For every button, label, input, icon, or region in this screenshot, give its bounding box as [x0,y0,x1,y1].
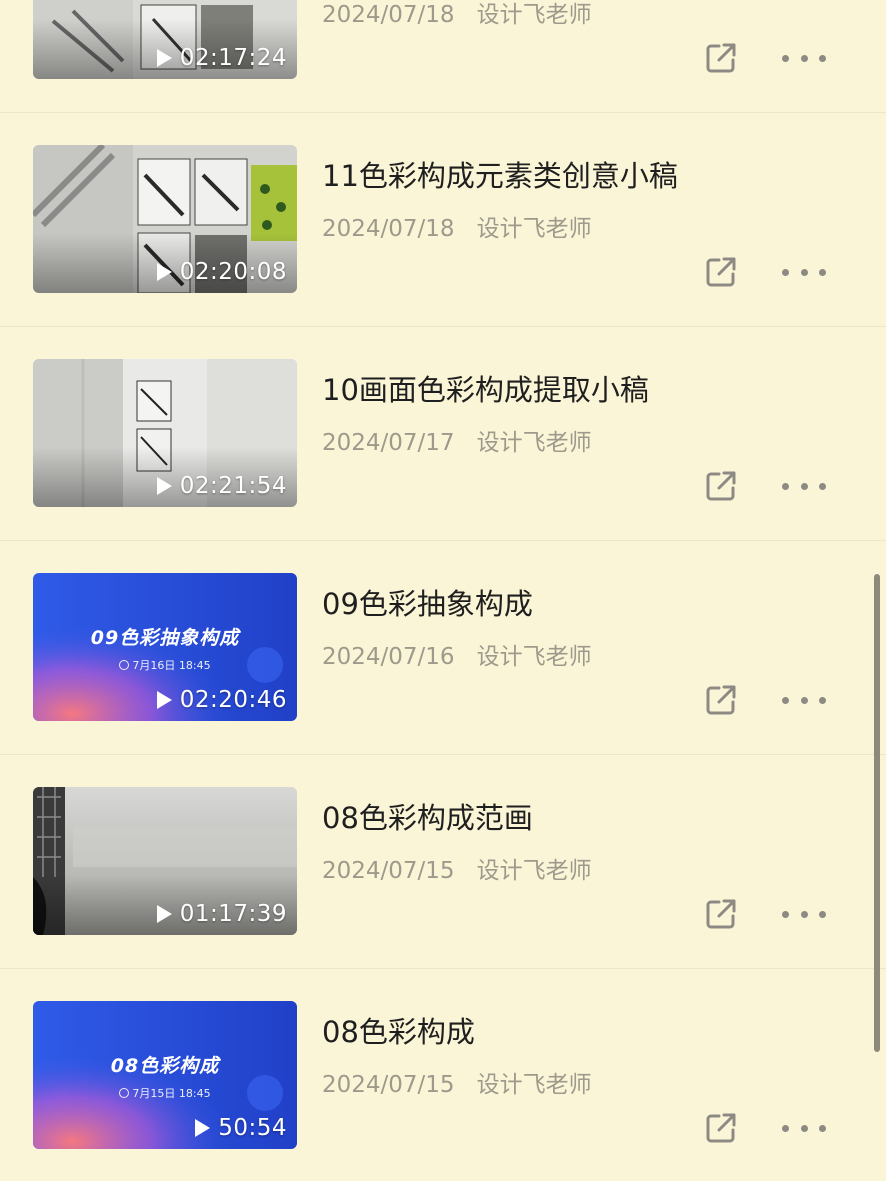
video-duration: 02:17:24 [156,45,287,71]
share-icon[interactable] [702,39,740,77]
video-author: 设计飞老师 [476,644,592,670]
cover-title: 08色彩构成 [110,1055,220,1077]
video-thumbnail[interactable]: 02:21:54 [33,359,297,507]
video-list-item[interactable]: 02:20:08 11色彩构成元素类创意小稿 2024/07/18 设计飞老师 [0,113,886,327]
video-author: 设计飞老师 [476,1072,592,1098]
video-list-item[interactable]: 09色彩抽象构成 7月16日 18:45 02:20:46 09色彩抽象构成 2… [0,541,886,755]
video-list-item[interactable]: 08色彩构成 7月15日 18:45 50:54 08色彩构成 2024/07/… [0,969,886,1181]
play-icon [195,1119,211,1137]
more-icon[interactable] [782,1117,826,1139]
share-icon[interactable] [702,1109,740,1147]
more-icon[interactable] [782,689,826,711]
video-date: 2024/07/15 [322,858,455,884]
video-author: 设计飞老师 [476,216,592,242]
video-author: 设计飞老师 [476,430,592,456]
video-title[interactable]: 09色彩抽象构成 [322,581,533,623]
video-date: 2024/07/15 [322,1072,455,1098]
video-meta: 2024/07/15 设计飞老师 [322,1065,592,1099]
play-icon [156,905,172,923]
video-date: 2024/07/17 [322,430,455,456]
video-list-item[interactable]: 02:17:24 2024/07/18 设计飞老师 [0,0,886,113]
video-duration: 50:54 [195,1115,287,1141]
share-icon[interactable] [702,681,740,719]
clock-icon [119,1088,130,1098]
play-icon [156,477,172,495]
more-icon[interactable] [782,261,826,283]
video-thumbnail[interactable]: 02:20:08 [33,145,297,293]
video-duration: 01:17:39 [156,901,287,927]
video-duration: 02:20:08 [156,259,287,285]
video-date: 2024/07/18 [322,216,455,242]
vertical-scrollbar[interactable] [874,574,880,1052]
share-icon[interactable] [702,467,740,505]
share-icon[interactable] [702,253,740,291]
play-icon [156,691,172,709]
video-title[interactable]: 08色彩构成 [322,1009,475,1051]
video-author: 设计飞老师 [476,858,592,884]
video-date: 2024/07/16 [322,644,455,670]
more-icon[interactable] [782,47,826,69]
video-list-item[interactable]: 02:21:54 10画面色彩构成提取小稿 2024/07/17 设计飞老师 [0,327,886,541]
video-list: 02:17:24 2024/07/18 设计飞老师 02:20:08 11色彩构… [0,0,886,1181]
play-icon [156,49,172,67]
video-title[interactable]: 11色彩构成元素类创意小稿 [322,153,678,195]
video-thumbnail[interactable]: 09色彩抽象构成 7月16日 18:45 02:20:46 [33,573,297,721]
video-meta: 2024/07/17 设计飞老师 [322,423,592,457]
more-icon[interactable] [782,903,826,925]
course-video-list-page: 02:17:24 2024/07/18 设计飞老师 02:20:08 11色彩构… [0,0,886,1181]
more-icon[interactable] [782,475,826,497]
video-thumbnail[interactable]: 08色彩构成 7月15日 18:45 50:54 [33,1001,297,1149]
video-meta: 2024/07/16 设计飞老师 [322,637,592,671]
video-meta: 2024/07/15 设计飞老师 [322,851,592,885]
video-duration: 02:21:54 [156,473,287,499]
play-icon [156,263,172,281]
video-meta: 2024/07/18 设计飞老师 [322,209,592,243]
clock-icon [119,660,130,670]
video-meta: 2024/07/18 设计飞老师 [322,0,592,29]
video-author: 设计飞老师 [476,2,592,28]
share-icon[interactable] [702,895,740,933]
video-list-item[interactable]: 01:17:39 08色彩构成范画 2024/07/15 设计飞老师 [0,755,886,969]
video-thumbnail[interactable]: 01:17:39 [33,787,297,935]
video-title[interactable]: 10画面色彩构成提取小稿 [322,367,649,409]
cover-title: 09色彩抽象构成 [90,627,240,649]
video-title[interactable]: 08色彩构成范画 [322,795,533,837]
cover-date: 7月16日 18:45 [33,657,297,673]
video-date: 2024/07/18 [322,2,455,28]
video-thumbnail[interactable]: 02:17:24 [33,0,297,79]
video-duration: 02:20:46 [156,687,287,713]
cover-date: 7月15日 18:45 [33,1085,297,1101]
